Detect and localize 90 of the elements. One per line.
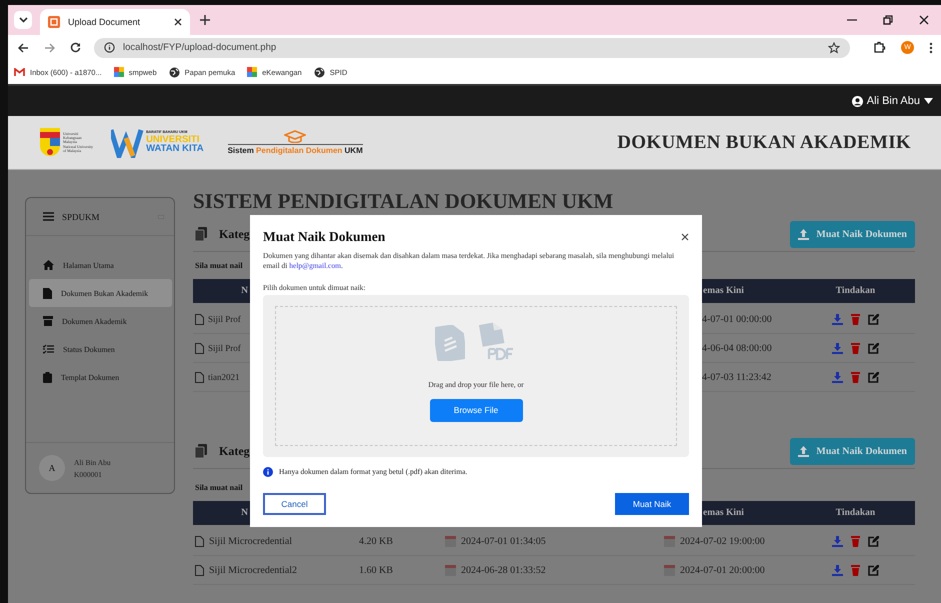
table-cell-text: 1.60 KB — [358, 564, 394, 576]
app-icon — [247, 67, 258, 77]
category-heading: Kateg — [219, 444, 250, 458]
column-header: emas Kini — [702, 508, 745, 518]
new-tab-icon[interactable] — [200, 15, 210, 25]
tab-list-button[interactable] — [14, 11, 32, 29]
calendar-icon — [445, 536, 456, 546]
user-avatar: A — [39, 455, 65, 481]
chevron-down-icon — [18, 17, 28, 23]
edit-icon[interactable] — [868, 314, 879, 324]
documents-icon — [195, 227, 207, 241]
table-cell: Sijil Microcredential2 — [209, 564, 298, 576]
back-icon[interactable] — [18, 42, 29, 52]
cancel-button[interactable]: Cancel — [263, 492, 326, 514]
table-cell: Sijil Prof — [208, 343, 241, 353]
tab-title: Upload Document — [68, 17, 142, 27]
edit-icon[interactable] — [868, 342, 879, 354]
table-cell: 2024-06-28 01:33:52 — [461, 564, 546, 576]
table-cell: Sijil Microcredential — [209, 536, 292, 546]
system-logo: Sistem Pendigitalan Dokumen UKM — [228, 130, 363, 155]
upload-button[interactable]: Muat Naik Dokumen — [790, 220, 915, 248]
info-icon — [263, 466, 273, 476]
page-title: DOKUMEN BUKAN AKADEMIK — [617, 132, 911, 154]
upload-button[interactable]: Muat Naik Dokumen — [790, 438, 915, 464]
calendar-icon — [664, 564, 675, 576]
calendar-icon — [664, 536, 675, 546]
download-icon[interactable] — [832, 536, 843, 546]
forward-icon[interactable] — [44, 42, 55, 52]
browse-file-button[interactable]: Browse File — [430, 398, 522, 422]
edit-icon[interactable] — [868, 536, 879, 546]
extensions-icon[interactable] — [873, 41, 886, 54]
reload-icon[interactable] — [70, 42, 81, 53]
sidebar-brand: SPDUKM — [62, 212, 100, 222]
close-icon[interactable] — [681, 233, 689, 241]
url-text: localhost/FYP/upload-document.php — [123, 42, 276, 53]
checklist-icon — [43, 344, 54, 354]
app-icon — [114, 67, 124, 77]
dialog-title: Muat Naik Dokumen — [263, 229, 386, 245]
system-title: SISTEM PENDIGITALAN DOKUMEN UKM — [193, 189, 614, 215]
file-icon — [195, 536, 204, 546]
table-cell: 2024-07-01 20:00:00 — [680, 564, 765, 576]
table-cell-text: 4.20 KB — [358, 536, 394, 546]
mail-icon — [14, 68, 25, 76]
file-icon — [195, 372, 204, 382]
instruction-text: Sila muat nail — [195, 261, 243, 272]
table-cell-text: 4-07-03 11:23:42 — [701, 372, 772, 382]
download-icon[interactable] — [832, 314, 843, 324]
category-heading: Kateg — [219, 226, 250, 242]
download-icon[interactable] — [832, 372, 843, 382]
table-cell: 2024-07-02 19:00:00 — [680, 536, 765, 546]
instruction-text: Sila muat nail — [195, 483, 243, 494]
table-cell: tian2021 — [208, 372, 240, 382]
restore-icon[interactable] — [883, 15, 893, 25]
table-cell-text: 4-07-01 00:00:00 — [701, 314, 773, 324]
table-cell: 2024-07-01 01:34:05 — [461, 536, 546, 546]
archive-icon — [43, 316, 53, 326]
user-icon — [852, 96, 863, 106]
column-header: Tindakan — [834, 508, 876, 518]
close-icon[interactable] — [174, 18, 182, 26]
document-icon — [435, 324, 465, 360]
browser-tab[interactable]: Upload Document — [40, 9, 190, 35]
star-icon[interactable] — [828, 42, 840, 54]
edit-icon[interactable] — [868, 372, 879, 382]
calendar-icon — [445, 564, 456, 576]
file-icon — [195, 564, 204, 576]
documents-icon — [195, 444, 207, 458]
caret-icon — [924, 98, 933, 104]
submit-button[interactable]: Muat Naik — [615, 492, 689, 514]
close-icon[interactable] — [919, 15, 929, 25]
home-icon — [43, 260, 54, 270]
download-icon[interactable] — [832, 564, 843, 576]
upload-icon — [798, 228, 810, 240]
file-icon — [43, 288, 52, 298]
menu-icon[interactable] — [929, 42, 933, 54]
upload-icon — [798, 446, 810, 456]
table-cell-text: 4-06-04 08:00:00 — [701, 342, 773, 354]
info-icon — [104, 42, 115, 53]
column-header: N — [240, 286, 248, 296]
file-icon — [195, 342, 204, 354]
column-header: Tindakan — [834, 286, 876, 296]
file-icon — [195, 314, 204, 324]
user-menu[interactable]: Ali Bin Abu — [852, 95, 933, 107]
table-cell: Sijil Prof — [208, 314, 241, 324]
column-header: emas Kini — [702, 286, 745, 296]
download-icon[interactable] — [832, 342, 843, 354]
edit-icon[interactable] — [868, 564, 879, 576]
address-bar[interactable]: localhost/FYP/upload-document.php — [94, 38, 850, 58]
column-header: N — [240, 508, 248, 518]
clipboard-icon — [43, 372, 52, 382]
page-favicon-icon — [48, 16, 60, 28]
